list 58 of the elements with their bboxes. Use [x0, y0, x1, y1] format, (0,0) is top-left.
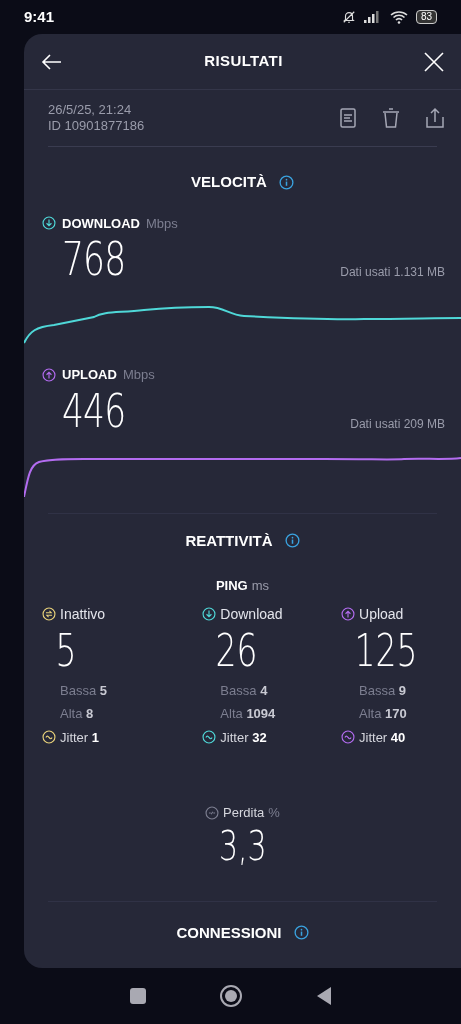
data-used: Dati usati 209 MB: [350, 415, 445, 433]
unit-label: Mbps: [146, 214, 178, 233]
test-id: ID 10901877186: [48, 118, 145, 134]
test-label: DOWNLOAD: [62, 214, 140, 233]
swap-circle-icon: [42, 607, 56, 621]
document-button[interactable]: [339, 107, 357, 129]
jitter-value: Jitter 32: [220, 728, 267, 747]
high-value: Alta 8: [59, 705, 94, 723]
ping-label: Download: [220, 604, 283, 624]
bell-off-icon: [341, 10, 356, 24]
arrow-up-circle-icon: [341, 607, 355, 621]
status-time: 9:41: [24, 6, 55, 27]
ping-value: 5: [54, 624, 77, 677]
home-button[interactable]: [219, 985, 242, 1007]
speed-value: 446: [62, 384, 126, 437]
test-date: 26/5/25, 21:24: [48, 102, 133, 118]
jitter-icon: [202, 730, 217, 745]
wifi-icon: [389, 10, 408, 24]
unit-label: %: [268, 804, 280, 822]
high-value: Alta 1094: [219, 705, 276, 723]
speed-value: 768: [62, 233, 126, 285]
ping-value: 26: [214, 624, 258, 677]
delete-button[interactable]: [381, 107, 401, 129]
ping-label: Upload: [359, 604, 404, 624]
low-value: Bassa 5: [59, 681, 107, 700]
screen-title: RISULTATI: [204, 51, 283, 72]
loss-value: 3,3: [218, 822, 267, 869]
high-value: Alta 170: [358, 705, 407, 723]
signal-icon: [363, 11, 382, 23]
section-title: REATTIVITÀ: [185, 530, 273, 551]
share-button[interactable]: [425, 107, 445, 129]
ping-title: PING: [215, 577, 248, 595]
recents-button[interactable]: [129, 988, 146, 1004]
jitter-icon: [341, 730, 355, 745]
arrow-down-circle-icon: [202, 607, 217, 621]
low-value: Bassa 9: [358, 681, 406, 700]
section-title: VELOCITÀ: [191, 172, 267, 192]
section-title: CONNESSIONI: [176, 922, 282, 943]
unit-label: ms: [251, 577, 270, 595]
close-button[interactable]: [423, 50, 445, 73]
ping-value: 125: [353, 624, 418, 677]
low-value: Bassa 4: [219, 681, 268, 700]
unit-label: Mbps: [122, 366, 155, 384]
info-icon[interactable]: [284, 533, 300, 549]
info-icon[interactable]: [278, 174, 294, 190]
packet-loss-icon: [205, 805, 220, 820]
jitter-value: Jitter 1: [60, 728, 100, 747]
ping-label: Inattivo: [60, 604, 106, 624]
back-nav-button[interactable]: [315, 986, 332, 1006]
info-icon[interactable]: [293, 925, 309, 941]
arrow-up-circle-icon: [42, 367, 56, 382]
arrow-down-circle-icon: [42, 216, 56, 231]
loss-label: Perdita: [223, 804, 265, 822]
jitter-value: Jitter 40: [359, 728, 406, 747]
test-label: UPLOAD: [62, 366, 117, 384]
battery-indicator: 83: [415, 10, 437, 24]
data-used: Dati usati 1.131 MB: [340, 264, 445, 281]
jitter-icon: [42, 730, 56, 745]
